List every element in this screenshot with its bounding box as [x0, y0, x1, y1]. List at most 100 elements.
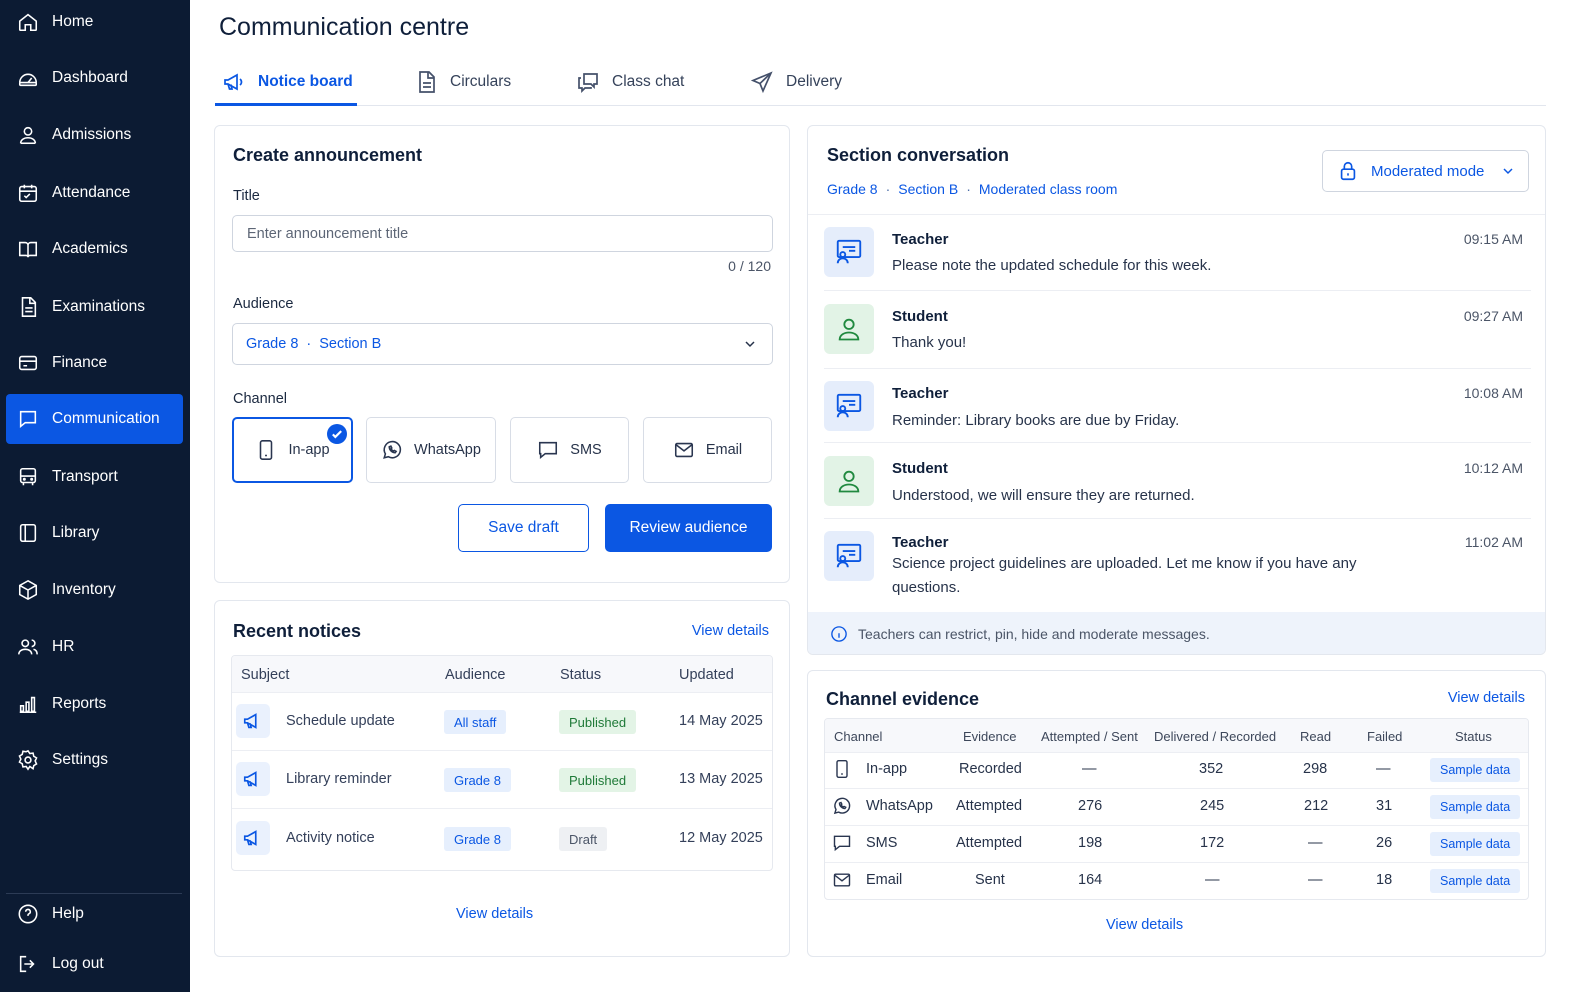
column-header-channel: Channel [834, 729, 883, 744]
sidebar-item-attendance[interactable]: Attendance [6, 168, 183, 218]
sidebar-item-settings[interactable]: Settings [6, 735, 183, 785]
sidebar-item-dashboard[interactable]: Dashboard [6, 53, 183, 103]
sidebar-item-hr[interactable]: HR [6, 622, 183, 672]
sample-data-badge: Sample data [1430, 758, 1521, 782]
message-time: 10:08 AM [1463, 385, 1523, 401]
tab-bar: Notice board Circulars Class chat Delive… [215, 58, 1546, 106]
evidence-channel: In-app [866, 761, 908, 777]
moderation-info-text: Teachers can restrict, pin, hide and mod… [858, 626, 1210, 642]
mail-icon [832, 870, 852, 890]
tab-label: Notice board [258, 73, 353, 90]
audience-grade: Grade 8 [246, 336, 299, 352]
channel-option-label: Email [705, 442, 743, 458]
document-icon [17, 296, 39, 318]
sidebar-item-inventory[interactable]: Inventory [6, 565, 183, 615]
mail-icon [673, 439, 695, 461]
status-badge: Draft [559, 827, 608, 851]
sidebar-item-label: Library [52, 524, 100, 541]
teacher-icon [824, 227, 874, 277]
sidebar-help-label: Help [52, 905, 84, 922]
send-icon [750, 70, 774, 94]
sidebar-item-label: Transport [52, 468, 118, 485]
breadcrumb-separator: · [885, 181, 891, 197]
evidence-failed: 26 [1376, 835, 1393, 851]
breadcrumb-item[interactable]: Grade 8 [827, 181, 878, 197]
evidence-read: — [1308, 835, 1323, 851]
evidence-type: Attempted [956, 835, 1023, 851]
sidebar-item-finance[interactable]: Finance [6, 338, 183, 388]
sidebar-item-logout[interactable]: Log out [6, 939, 183, 989]
column-header-status: Status [1455, 729, 1492, 744]
evidence-failed: 18 [1376, 872, 1393, 888]
review-audience-button[interactable]: Review audience [605, 504, 772, 552]
evidence-type: Attempted [956, 798, 1023, 814]
whatsapp-icon [832, 796, 852, 816]
evidence-attempted: — [1082, 761, 1097, 777]
sidebar-item-communication[interactable]: Communication [6, 394, 183, 444]
column-header-updated: Updated [679, 667, 734, 683]
save-draft-button[interactable]: Save draft [458, 504, 589, 552]
breadcrumb: Grade 8 · Section B · Moderated class ro… [827, 181, 1117, 197]
recent-notices-view-details-link[interactable]: View details [692, 623, 769, 639]
sms-icon [832, 833, 852, 853]
sidebar-item-home[interactable]: Home [6, 0, 183, 47]
main-content: Communication centre Notice board Circul… [190, 0, 1586, 992]
logout-icon [17, 953, 39, 975]
channel-option-in-app[interactable]: In-app [232, 417, 353, 483]
sidebar-item-examinations[interactable]: Examinations [6, 282, 183, 332]
breadcrumb-separator: · [966, 181, 971, 197]
tab-circulars[interactable]: Circulars [414, 58, 511, 106]
tab-notice-board[interactable]: Notice board [222, 58, 353, 106]
channel-option-whatsapp[interactable]: WhatsApp [366, 417, 496, 483]
sidebar-item-label: Communication [52, 410, 160, 427]
sidebar-item-library[interactable]: Library [6, 508, 183, 558]
section-conversation-title: Section conversation [827, 145, 1010, 165]
evidence-read: 298 [1303, 761, 1328, 777]
sidebar-item-label: Reports [52, 695, 107, 712]
card-icon [17, 352, 39, 374]
breadcrumb-item[interactable]: Section B [898, 181, 958, 197]
whatsapp-icon [381, 439, 403, 461]
sidebar-item-transport[interactable]: Transport [6, 452, 183, 502]
sidebar-item-help[interactable]: Help [6, 889, 183, 939]
evidence-read: — [1308, 872, 1323, 888]
channel-option-sms[interactable]: SMS [510, 417, 629, 483]
announcement-title-input[interactable] [232, 215, 773, 252]
sidebar-item-label: Settings [52, 751, 109, 768]
chat-bubbles-icon [576, 70, 600, 94]
column-header-read: Read [1300, 729, 1332, 744]
audience-select[interactable]: Grade 8 · Section B [232, 323, 773, 365]
create-announcement-title: Create announcement [233, 145, 423, 165]
recent-notices-footer-link[interactable]: View details [456, 906, 533, 922]
tab-delivery[interactable]: Delivery [750, 58, 842, 106]
megaphone-icon [236, 821, 270, 855]
channel-option-label: SMS [570, 442, 602, 458]
sidebar-item-label: Finance [52, 354, 108, 371]
channel-evidence-view-details-link[interactable]: View details [1448, 690, 1525, 706]
message-time: 09:27 AM [1463, 308, 1523, 324]
message-sender: Teacher [892, 231, 949, 248]
tab-class-chat[interactable]: Class chat [576, 58, 684, 106]
moderated-mode-dropdown[interactable]: Moderated mode [1322, 150, 1529, 192]
message-sender: Student [892, 460, 948, 477]
channel-evidence-footer-link[interactable]: View details [1106, 917, 1183, 933]
evidence-delivered: 245 [1200, 798, 1225, 814]
student-icon [824, 304, 874, 354]
users-icon [17, 636, 39, 658]
book-icon [17, 238, 39, 260]
notice-updated: 12 May 2025 [679, 830, 763, 846]
sidebar-item-reports[interactable]: Reports [6, 679, 183, 729]
breadcrumb-item[interactable]: Moderated class room [979, 181, 1118, 197]
chevron-down-icon [742, 336, 758, 352]
notice-updated: 13 May 2025 [679, 771, 763, 787]
status-badge: Published [559, 710, 637, 734]
message-divider [824, 442, 1531, 443]
channel-option-email[interactable]: Email [643, 417, 772, 483]
sample-data-badge: Sample data [1430, 795, 1521, 819]
sidebar: Home Dashboard Admissions Attendance Aca… [0, 0, 190, 992]
sidebar-item-academics[interactable]: Academics [6, 224, 183, 274]
tab-label: Class chat [612, 73, 685, 90]
sidebar-item-admissions[interactable]: Admissions [6, 110, 183, 160]
message-time: 11:02 AM [1464, 534, 1523, 550]
channel-option-label: In-app [288, 442, 330, 458]
